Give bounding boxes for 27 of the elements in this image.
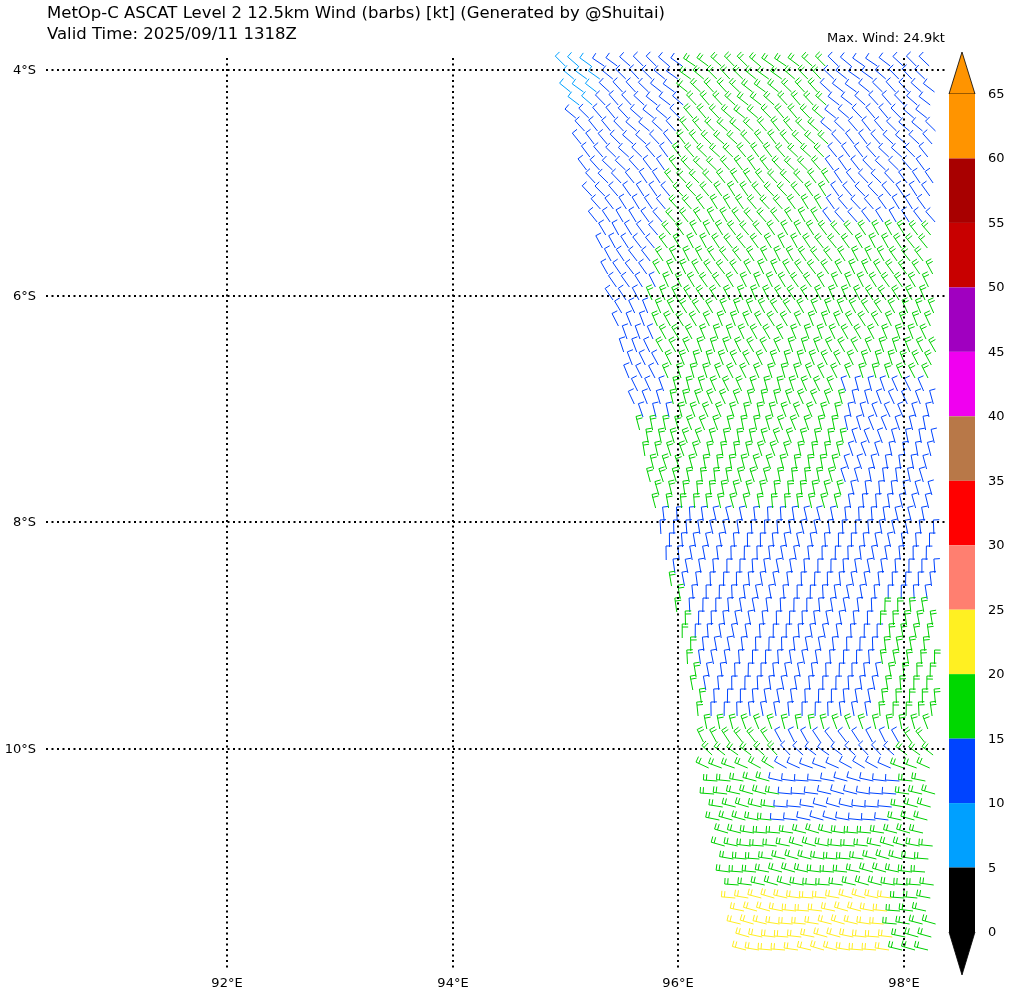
latitude-label: 6°S [12, 288, 36, 304]
max-wind-label: Max. Wind: 24.9kt [827, 29, 945, 47]
colorbar-label: 50 [988, 279, 1005, 296]
colorbar-extension [948, 51, 976, 95]
colorbar-label: 25 [988, 601, 1005, 618]
colorbar-label: 55 [988, 214, 1005, 231]
longitude-label: 96°E [662, 975, 694, 991]
colorbar-label: 40 [988, 408, 1005, 425]
colorbar-label: 5 [988, 859, 997, 876]
colorbar-label: 15 [988, 730, 1005, 747]
colorbar-extension [948, 931, 976, 976]
colorbar-label: 45 [988, 343, 1005, 360]
colorbar-label: 35 [988, 472, 1005, 489]
colorbar-label: 0 [988, 924, 997, 940]
longitude-label: 94°E [437, 975, 469, 991]
colorbar-label: 30 [988, 537, 1005, 554]
latitude-label: 10°S [4, 741, 36, 757]
latitude-label: 8°S [12, 514, 36, 530]
colorbar-label: 60 [988, 150, 1005, 167]
longitude-label: 92°E [211, 975, 243, 991]
chart-title: MetOp-C ASCAT Level 2 12.5km Wind (barbs) [kt] (Generated by @Shuitai) [47, 2, 665, 23]
colorbar-label: 20 [988, 666, 1005, 683]
colorbar-label: 10 [988, 795, 1005, 812]
valid-time: Valid Time: 2025/09/11 1318Z [47, 23, 297, 44]
latitude-label: 4°S [12, 62, 36, 78]
longitude-label: 98°E [888, 975, 920, 991]
colorbar-label: 65 [988, 86, 1005, 102]
